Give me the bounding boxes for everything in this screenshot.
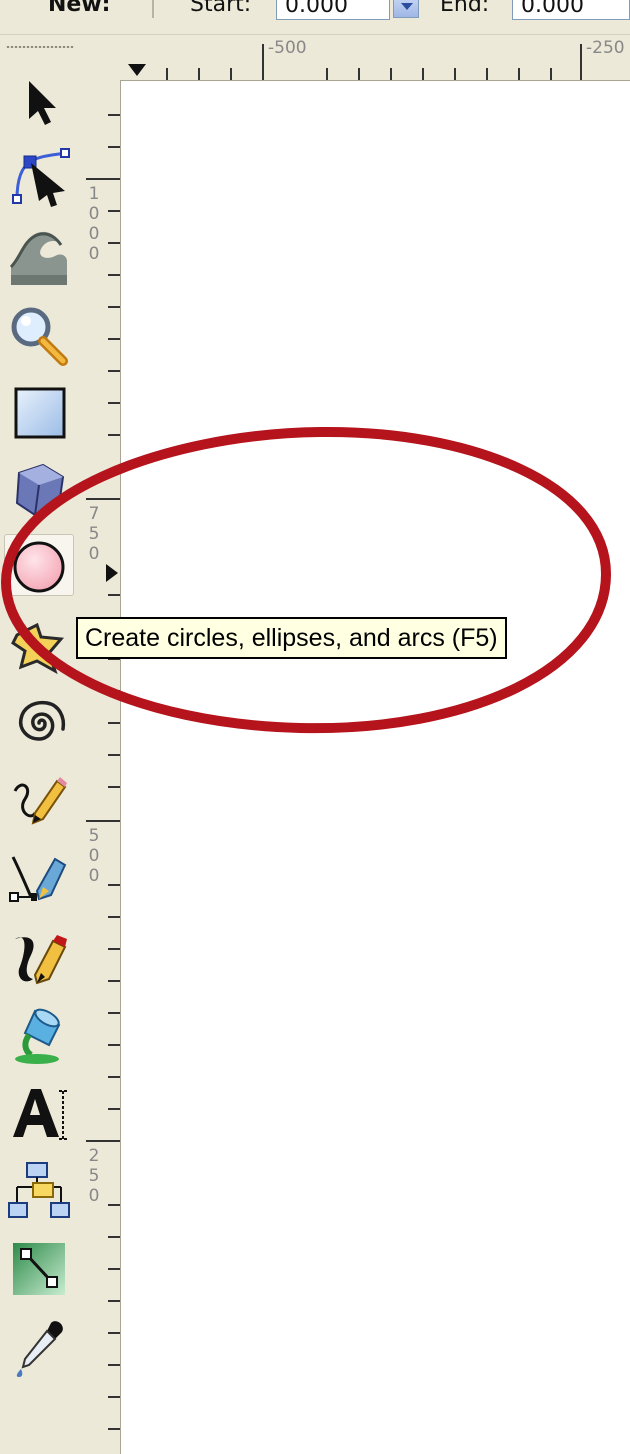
paint-bucket-tool[interactable] [4,1004,74,1066]
ruler-position-marker [128,64,146,76]
calligraphy-tool[interactable] [4,926,74,988]
calligraphy-pen-icon [15,935,67,985]
spiral-icon [18,700,66,741]
ruler-position-marker [106,564,118,582]
vertical-ruler[interactable]: 1000 750 500 250 [82,80,121,1454]
star-tool[interactable] [4,616,74,678]
magnifier-icon [11,307,68,366]
drawing-canvas[interactable] [121,81,630,1454]
tweak-tool[interactable] [4,226,74,288]
pencil-icon [13,777,67,825]
dropper-tool[interactable] [4,1316,74,1378]
start-field[interactable]: 0.000 [276,0,390,20]
node-tool[interactable] [4,148,74,210]
rectangle-tool[interactable] [4,382,74,444]
spiral-tool[interactable] [4,692,74,754]
start-spinner-down-icon[interactable] [393,0,419,18]
zoom-tool[interactable] [4,304,74,366]
arrow-pointer-icon [29,81,56,125]
start-label: Start: [190,0,252,17]
diagram-connector-icon [8,1162,70,1218]
wave-tweak-icon [9,231,67,285]
horizontal-ruler[interactable]: -500 -250 [120,36,630,81]
3d-box-tool[interactable] [4,460,74,522]
connector-tool[interactable] [4,1160,74,1222]
text-tool[interactable] [4,1082,74,1144]
pen-tool[interactable] [4,848,74,910]
ellipse-tool[interactable] [4,534,74,596]
top-controls-bar: New: Start: 0.000 End: 0.000 [0,0,630,35]
toolbox-grip[interactable] [6,46,74,48]
vruler-label: 1000 [88,184,100,264]
star-icon [11,622,65,675]
hruler-label: -500 [268,38,307,58]
circle-icon [13,541,65,593]
selector-tool[interactable] [4,72,74,134]
vruler-label: 750 [88,504,100,564]
new-label: New: [48,0,111,17]
rectangle-icon [14,387,66,439]
paint-bucket-icon [15,1008,61,1064]
toolbox [0,70,80,1454]
end-field[interactable]: 0.000 [512,0,630,20]
eyedropper-icon [16,1321,63,1377]
gradient-icon [13,1243,65,1295]
3d-box-icon [15,463,65,517]
vruler-label: 500 [88,826,100,886]
pencil-tool[interactable] [4,770,74,832]
vruler-label: 250 [88,1146,100,1206]
node-edit-icon [12,148,70,207]
hruler-label: -250 [586,38,625,58]
gradient-tool[interactable] [4,1238,74,1300]
toolbar-separator [152,0,154,18]
text-a-icon [13,1089,67,1140]
end-label: End: [440,0,490,17]
bezier-pen-icon [9,856,67,902]
ellipse-tool-tooltip: Create circles, ellipses, and arcs (F5) [76,617,507,659]
